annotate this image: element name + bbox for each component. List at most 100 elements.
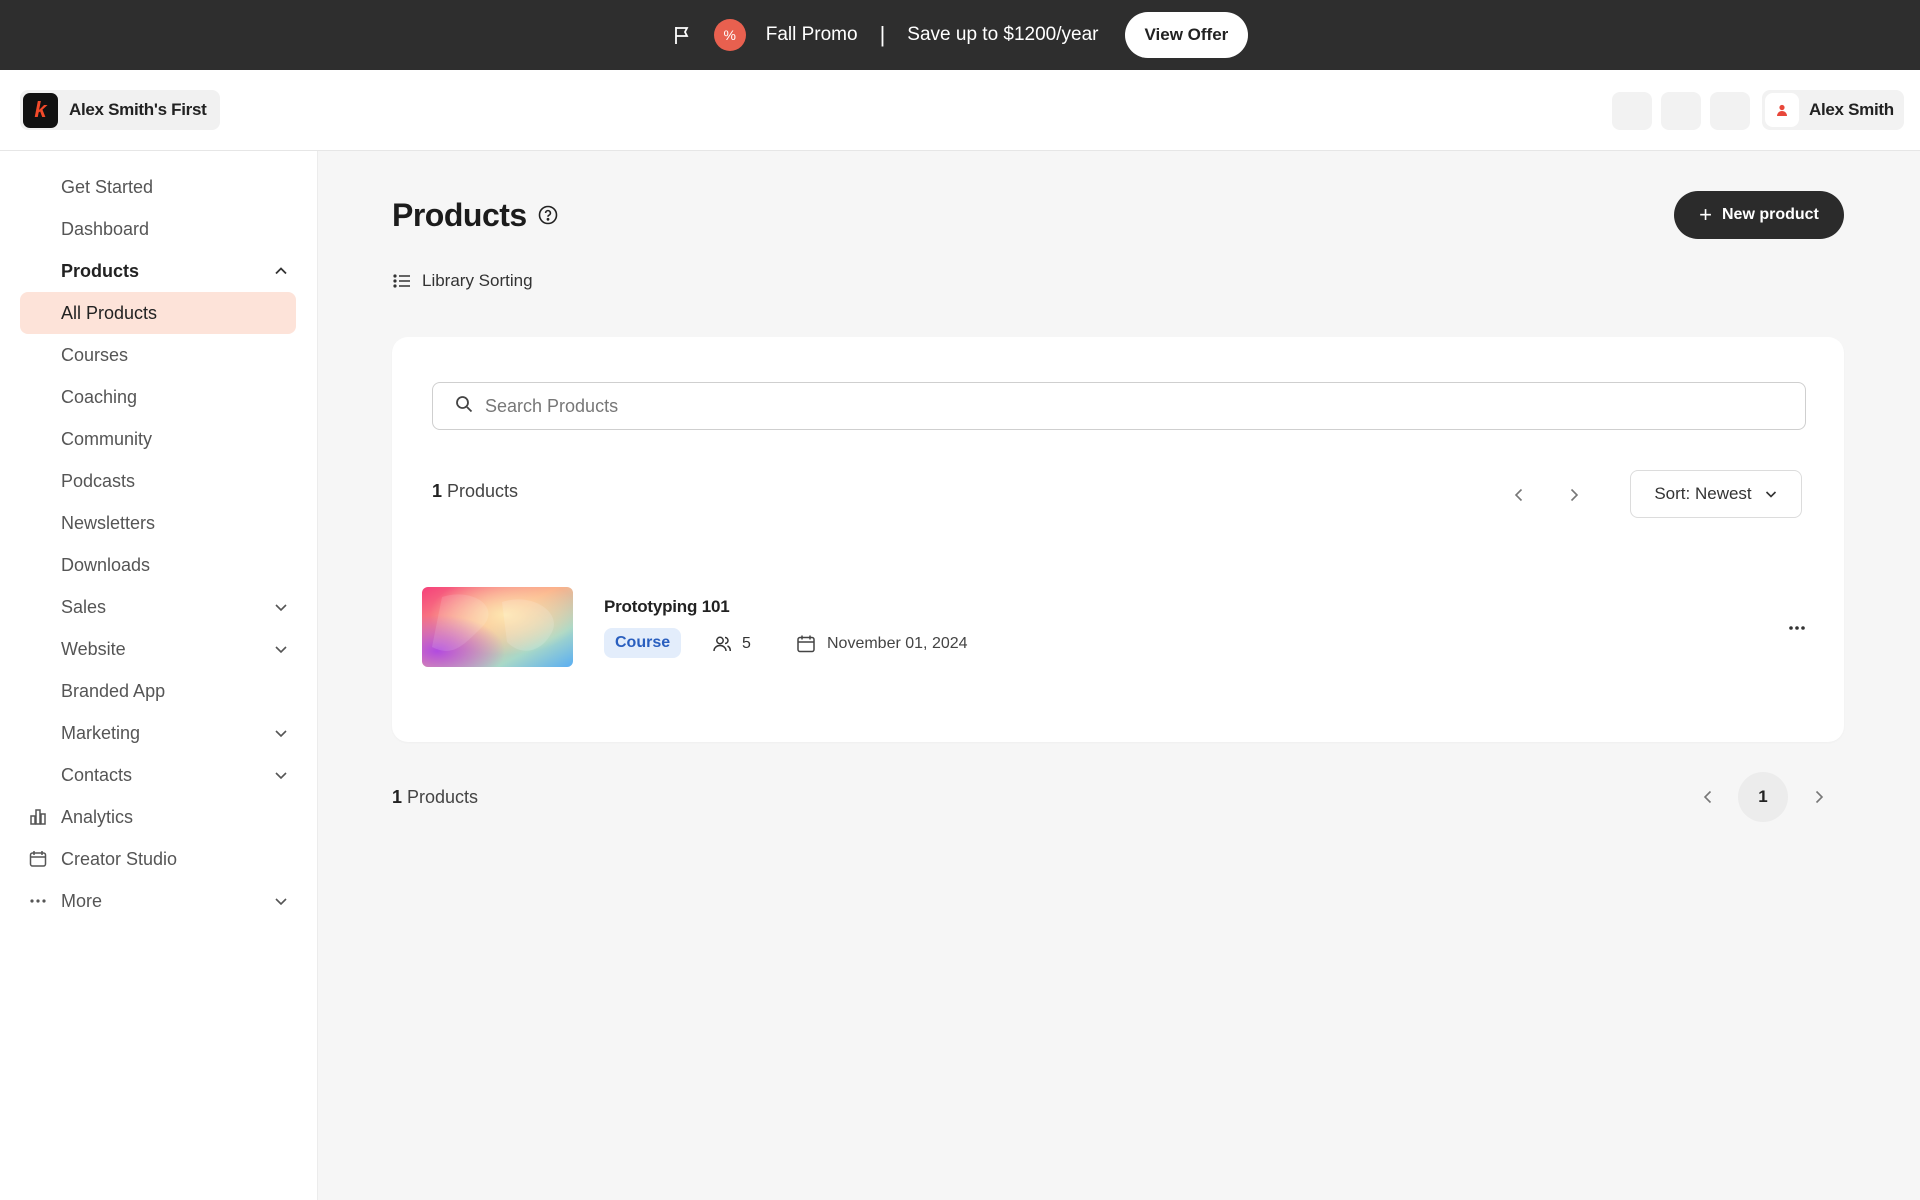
header-action-button-3[interactable] [1710, 92, 1750, 130]
product-date: November 01, 2024 [796, 634, 968, 654]
footer-prev-page-button[interactable] [1692, 781, 1724, 813]
chevron-down-icon [1764, 487, 1778, 501]
product-count: 1 Products [432, 481, 518, 502]
header-action-button-1[interactable] [1612, 92, 1652, 130]
sidebar-item-sales[interactable]: Sales [20, 586, 296, 628]
sidebar-item-newsletters[interactable]: Newsletters [20, 502, 296, 544]
sidebar-item-label: Get Started [61, 176, 154, 197]
chevron-right-icon [1570, 488, 1579, 502]
sidebar-item-label: Marketing [61, 722, 141, 743]
product-thumbnail [422, 587, 573, 667]
chevron-right-icon [1815, 790, 1824, 804]
sidebar-item-label: More [61, 890, 103, 911]
sidebar-item-label: Products [61, 260, 140, 281]
sidebar-item-more[interactable]: More [20, 880, 296, 922]
product-type-badge: Course [604, 628, 682, 658]
sidebar-item-branded-app[interactable]: Branded App [20, 670, 296, 712]
sidebar-item-label: Contacts [61, 764, 133, 785]
search-input[interactable] [485, 395, 1785, 417]
promo-message: Save up to $1200/year [907, 24, 1099, 45]
more-horizontal-icon [1789, 626, 1805, 630]
footer-count-label: Products [402, 787, 479, 807]
product-more-button[interactable] [1782, 613, 1812, 643]
sidebar-item-label: Website [61, 638, 126, 659]
workspace-name: Alex Smith's First [69, 100, 207, 119]
sidebar-item-label: All Products [61, 302, 158, 323]
sidebar-item-contacts[interactable]: Contacts [20, 754, 296, 796]
sidebar-item-coaching[interactable]: Coaching [20, 376, 296, 418]
sidebar-item-label: Dashboard [61, 218, 150, 239]
search-icon [455, 395, 473, 418]
main-content: Products + New product Library Sorting 1… [318, 151, 1920, 1200]
calendar-icon [28, 849, 48, 869]
sidebar-item-label: Community [61, 428, 153, 449]
prev-page-button[interactable] [1503, 479, 1535, 511]
list-icon [392, 271, 412, 291]
help-icon[interactable] [537, 204, 559, 226]
chevron-down-icon [272, 598, 290, 616]
sidebar-item-products[interactable]: Products [20, 250, 296, 292]
sidebar-item-downloads[interactable]: Downloads [20, 544, 296, 586]
percent-icon: % [713, 19, 746, 51]
top-header: k Alex Smith's First Alex Smith [0, 70, 1920, 151]
sidebar-item-get-started[interactable]: Get Started [20, 166, 296, 208]
new-product-button[interactable]: + New product [1674, 191, 1844, 239]
sidebar-item-dashboard[interactable]: Dashboard [20, 208, 296, 250]
sidebar-item-label: Sales [61, 596, 107, 617]
page-title: Products [392, 197, 527, 233]
product-row[interactable]: Prototyping 101 Course 5 November 01, 20… [422, 587, 1822, 669]
library-sorting-button[interactable]: Library Sorting [392, 271, 533, 291]
view-offer-button[interactable]: View Offer [1124, 12, 1249, 58]
products-card: 1 Products Sort: Newest [392, 337, 1844, 742]
footer-product-count: 1 Products [392, 787, 478, 808]
sidebar-item-all-products[interactable]: All Products [20, 292, 296, 334]
sidebar-item-label: Analytics [61, 806, 134, 827]
promo-separator: | [879, 22, 886, 47]
sidebar-item-courses[interactable]: Courses [20, 334, 296, 376]
next-page-button[interactable] [1558, 479, 1590, 511]
library-sorting-label: Library Sorting [422, 271, 533, 290]
promo-bar: % Fall Promo | Save up to $1200/year Vie… [0, 0, 1920, 70]
sidebar-item-label: Coaching [61, 386, 138, 407]
footer-count-number: 1 [392, 787, 403, 807]
product-title[interactable]: Prototyping 101 [604, 597, 730, 617]
header-action-button-2[interactable] [1661, 92, 1701, 130]
product-members: 5 [712, 634, 751, 654]
flag-icon [672, 24, 694, 46]
search-box [432, 382, 1806, 430]
user-menu[interactable]: Alex Smith [1762, 90, 1904, 130]
sidebar-item-label: Newsletters [61, 512, 156, 533]
sidebar-item-podcasts[interactable]: Podcasts [20, 460, 296, 502]
workspace-switcher[interactable]: k Alex Smith's First [20, 90, 220, 130]
product-count-number: 1 [432, 481, 443, 501]
new-product-label: New product [1721, 206, 1819, 223]
avatar [1765, 93, 1799, 127]
sidebar-item-creator-studio[interactable]: Creator Studio [20, 838, 296, 880]
sort-label: Sort: Newest [1654, 484, 1752, 503]
brand-logo: k [23, 92, 58, 128]
sidebar-item-community[interactable]: Community [20, 418, 296, 460]
chevron-left-icon [1514, 488, 1523, 502]
calendar-icon [796, 634, 816, 654]
user-icon [1777, 104, 1787, 116]
member-count: 5 [742, 635, 751, 652]
sidebar-item-label: Podcasts [61, 470, 136, 491]
bar-chart-icon [28, 807, 48, 827]
product-date-text: November 01, 2024 [827, 635, 968, 652]
sidebar-item-label: Courses [61, 344, 129, 365]
chevron-left-icon [1703, 790, 1712, 804]
chevron-down-icon [272, 892, 290, 910]
sidebar-item-analytics[interactable]: Analytics [20, 796, 296, 838]
page-number-button[interactable]: 1 [1738, 772, 1788, 822]
sidebar-item-website[interactable]: Website [20, 628, 296, 670]
chevron-down-icon [272, 640, 290, 658]
footer-next-page-button[interactable] [1803, 781, 1835, 813]
user-name: Alex Smith [1809, 100, 1894, 119]
sort-dropdown[interactable]: Sort: Newest [1630, 470, 1802, 518]
chevron-down-icon [272, 766, 290, 784]
sidebar-item-label: Creator Studio [61, 848, 178, 869]
sidebar-item-label: Downloads [61, 554, 151, 575]
plus-icon: + [1699, 202, 1712, 227]
sidebar-item-marketing[interactable]: Marketing [20, 712, 296, 754]
chevron-down-icon [272, 724, 290, 742]
